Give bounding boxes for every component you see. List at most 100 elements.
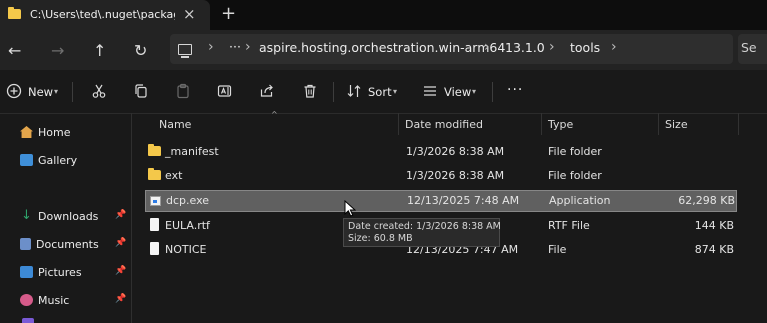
sidebar-item-label: Home: [38, 125, 71, 139]
folder-icon: [148, 168, 161, 180]
sidebar-item-documents[interactable]: Documents: [20, 233, 130, 255]
sort-label[interactable]: Sort: [368, 85, 392, 99]
column-divider[interactable]: [398, 113, 399, 135]
new-label[interactable]: New: [28, 85, 53, 99]
pin-icon[interactable]: 📌: [115, 266, 126, 276]
chevron-down-icon[interactable]: ▾: [472, 87, 476, 96]
chevron-down-icon[interactable]: ▾: [54, 87, 58, 96]
file-date: 12/13/2025 7:48 AM: [407, 194, 520, 207]
column-header-date[interactable]: Date modified: [405, 118, 483, 131]
document-icon: [150, 242, 159, 255]
sort-icon: [347, 85, 361, 97]
sidebar-item-music[interactable]: Music: [20, 289, 130, 311]
sidebar-item-label: Downloads: [38, 209, 99, 223]
delete-button[interactable]: [302, 83, 318, 103]
trash-icon: [304, 84, 316, 98]
clipboard-icon: [177, 83, 189, 99]
file-date: 1/3/2026 8:38 AM: [406, 145, 505, 158]
table-row[interactable]: ext 1/3/2026 8:38 AM File folder: [145, 165, 737, 187]
table-row[interactable]: _manifest 1/3/2026 8:38 AM File folder: [145, 141, 737, 163]
chevron-right-icon[interactable]: ›: [484, 39, 490, 55]
view-label[interactable]: View: [444, 85, 471, 99]
up-button[interactable]: ↑: [93, 41, 106, 60]
divider: [492, 82, 493, 102]
sidebar-item-home[interactable]: Home: [20, 121, 130, 143]
file-size: 62,298 KB: [678, 194, 735, 207]
view-button[interactable]: [422, 83, 438, 103]
scissors-icon: [92, 84, 106, 98]
breadcrumb-item[interactable]: aspire.hosting.orchestration.win-arm64: [259, 40, 505, 55]
file-name: EULA.rtf: [165, 219, 210, 232]
chevron-right-icon[interactable]: ›: [611, 39, 617, 55]
documents-icon: [20, 238, 31, 250]
sidebar-item-label: Documents: [36, 237, 99, 251]
home-icon: [20, 126, 33, 138]
file-name: dcp.exe: [166, 194, 210, 207]
file-type: File folder: [548, 169, 602, 182]
sidebar-item-label: Pictures: [38, 265, 82, 279]
document-icon: [150, 218, 159, 231]
new-tab-button[interactable]: +: [221, 3, 236, 24]
rename-button[interactable]: [217, 83, 233, 103]
breadcrumb-item[interactable]: 13.1.0: [505, 40, 545, 55]
forward-button[interactable]: →: [51, 41, 64, 60]
sidebar-item-icon[interactable]: [22, 318, 34, 323]
rename-icon: [217, 85, 232, 97]
chevron-right-icon[interactable]: ›: [208, 39, 214, 55]
share-button[interactable]: [259, 83, 275, 103]
gallery-icon: [20, 154, 33, 166]
column-header-name[interactable]: Name: [159, 118, 191, 131]
sidebar-item-gallery[interactable]: Gallery: [20, 149, 130, 171]
this-pc-icon[interactable]: [178, 44, 192, 58]
copy-button[interactable]: [133, 83, 149, 103]
column-header-size[interactable]: Size: [665, 118, 688, 131]
folder-icon: [148, 144, 161, 156]
exe-icon: [150, 196, 161, 206]
view-icon: [424, 86, 436, 96]
tab-close-button[interactable]: ×: [183, 5, 196, 23]
pane-divider[interactable]: [131, 113, 132, 323]
sidebar-item-pictures[interactable]: Pictures: [20, 261, 130, 283]
column-divider[interactable]: [738, 113, 739, 135]
table-row-selected[interactable]: dcp.exe 12/13/2025 7:48 AM Application 6…: [145, 190, 737, 212]
divider: [72, 82, 73, 102]
pin-icon[interactable]: 📌: [115, 210, 126, 220]
back-button[interactable]: ←: [8, 41, 21, 60]
tooltip-date-created: Date created: 1/3/2026 8:38 AM: [348, 221, 501, 232]
share-icon: [260, 84, 273, 97]
pin-icon[interactable]: 📌: [115, 294, 126, 304]
copy-icon: [135, 84, 147, 98]
chevron-up-icon: ^: [271, 110, 278, 119]
file-date: 1/3/2026 8:38 AM: [406, 169, 505, 182]
paste-button[interactable]: [175, 83, 191, 103]
chevron-right-icon[interactable]: ›: [549, 39, 555, 55]
file-type: File: [548, 243, 567, 256]
chevron-right-icon[interactable]: ›: [245, 39, 251, 55]
file-name: ext: [165, 169, 183, 182]
sidebar-item-downloads[interactable]: ↓ Downloads: [20, 205, 130, 227]
breadcrumb-overflow[interactable]: ···: [229, 39, 241, 54]
cut-button[interactable]: [91, 83, 107, 103]
file-type: RTF File: [548, 219, 590, 232]
music-icon: [20, 294, 33, 306]
new-button[interactable]: [6, 83, 22, 103]
file-name: _manifest: [165, 145, 219, 158]
file-tooltip: Date created: 1/3/2026 8:38 AM Size: 60.…: [343, 218, 501, 247]
file-size: 874 KB: [694, 243, 734, 256]
sidebar-item-label: Music: [38, 293, 70, 307]
file-name: NOTICE: [165, 243, 207, 256]
sort-button[interactable]: [346, 83, 362, 103]
pin-icon[interactable]: 📌: [115, 238, 126, 248]
see-more-button[interactable]: ···: [507, 82, 523, 98]
column-divider[interactable]: [658, 113, 659, 135]
tab-title: C:\Users\ted\.nuget\packages: [30, 8, 175, 21]
refresh-button[interactable]: ↻: [134, 41, 147, 60]
pictures-icon: [20, 266, 33, 278]
chevron-down-icon[interactable]: ▾: [393, 87, 397, 96]
column-header-type[interactable]: Type: [548, 118, 573, 131]
column-divider[interactable]: [541, 113, 542, 135]
downloads-icon: ↓: [21, 208, 32, 223]
breadcrumb-item[interactable]: tools: [570, 40, 600, 55]
folder-icon: [8, 7, 21, 19]
tooltip-size: Size: 60.8 MB: [348, 233, 413, 244]
